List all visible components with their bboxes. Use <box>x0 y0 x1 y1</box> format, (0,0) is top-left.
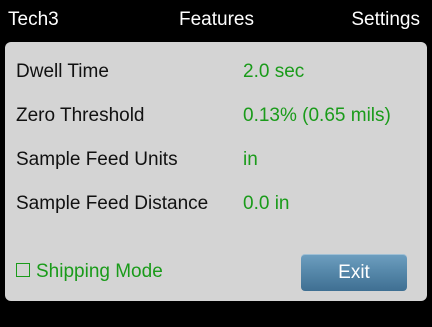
tab-settings[interactable]: Settings <box>351 8 420 32</box>
sample-feed-distance-value[interactable]: 0.0 in <box>243 190 289 218</box>
top-bar: Tech3 Features Settings <box>0 0 432 42</box>
tab-features[interactable]: Features <box>179 8 254 32</box>
shipping-mode-toggle[interactable]: Shipping Mode <box>16 260 163 284</box>
sample-feed-units-value[interactable]: in <box>243 146 258 174</box>
settings-panel: Dwell Time 2.0 sec Zero Threshold 0.13% … <box>5 42 427 301</box>
shipping-mode-checkbox[interactable] <box>16 263 30 278</box>
dwell-time-label: Dwell Time <box>16 61 109 82</box>
exit-button[interactable]: Exit <box>301 254 407 291</box>
zero-threshold-label: Zero Threshold <box>16 105 145 126</box>
tab-tech3[interactable]: Tech3 <box>8 8 59 32</box>
zero-threshold-value[interactable]: 0.13% (0.65 mils) <box>243 102 391 130</box>
dwell-time-value[interactable]: 2.0 sec <box>243 58 304 86</box>
sample-feed-distance-label: Sample Feed Distance <box>16 193 209 214</box>
bottom-bar <box>0 301 432 327</box>
sample-feed-units-label: Sample Feed Units <box>16 149 178 170</box>
shipping-mode-label: Shipping Mode <box>36 261 163 282</box>
